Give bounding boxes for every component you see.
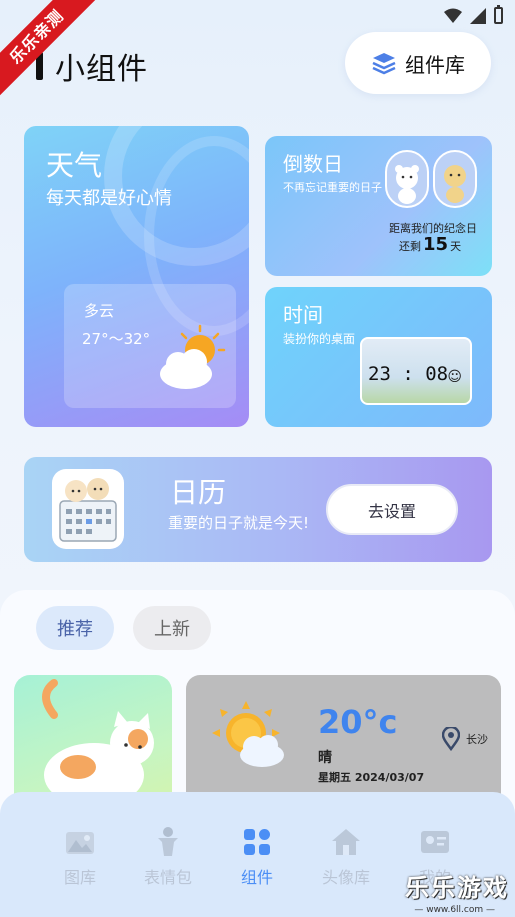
- calendar-widget-card[interactable]: 日历 重要的日子就是今天! 去设置: [24, 457, 492, 562]
- sun-cloud-icon: [212, 701, 284, 767]
- time-title: 时间: [283, 303, 323, 327]
- weather-subtitle: 每天都是好心情: [46, 188, 172, 209]
- preview-date: 星期五 2024/03/07: [318, 771, 425, 784]
- house-icon: [332, 829, 360, 855]
- time-subtitle: 装扮你的桌面: [283, 332, 356, 346]
- bear-avatar: [385, 150, 429, 208]
- countdown-widget-card[interactable]: 倒数日 不再忘记重要的日子 距离我们的纪念日 还剩 15 天: [265, 136, 492, 276]
- tab-label: 表情包: [143, 868, 192, 887]
- layers-icon: [372, 53, 396, 75]
- weather-condition: 多云: [84, 302, 115, 320]
- tab-widgets[interactable]: 组件: [217, 826, 297, 888]
- preview-temperature: 20°c: [318, 703, 398, 741]
- tab-stickers[interactable]: 表情包: [128, 826, 208, 888]
- watermark-url: — www.6ll.com —: [414, 905, 495, 915]
- calendar-icon: [54, 471, 122, 547]
- weather-widget-card[interactable]: 天气 每天都是好心情 多云 27°～32°: [24, 126, 249, 427]
- widget-library-label: 组件库: [405, 52, 465, 77]
- weather-inner-panel: 多云 27°～32°: [64, 284, 236, 408]
- calendar-title: 日历: [170, 476, 227, 509]
- time-widget-card[interactable]: 时间 装扮你的桌面 23 : 08 ☺: [265, 287, 492, 427]
- tab-gallery[interactable]: 图库: [40, 826, 120, 888]
- page-header: 小组件: [36, 44, 148, 88]
- countdown-prefix: 还剩: [399, 240, 421, 253]
- countdown-title: 倒数日: [283, 152, 343, 176]
- battery-icon: [494, 5, 503, 24]
- countdown-remaining: 还剩 15 天: [399, 234, 461, 255]
- tab-label: 组件: [240, 868, 273, 887]
- sun-cloud-icon: [160, 324, 226, 389]
- smiley-icon: ☺: [447, 369, 462, 385]
- watermark-brand: 乐乐游戏: [405, 874, 509, 902]
- mountain-image-icon: [66, 832, 94, 854]
- page-title: 小组件: [55, 52, 148, 87]
- profile-card-icon: [421, 831, 449, 853]
- preview-location: 长沙: [442, 727, 488, 751]
- calendar-subtitle: 重要的日子就是今天!: [168, 514, 310, 532]
- tab-label: 图库: [63, 868, 96, 887]
- clock-time: 23 : 08: [368, 363, 449, 385]
- wifi-icon: [444, 8, 462, 23]
- person-icon: [158, 827, 178, 856]
- go-settings-button[interactable]: 去设置: [326, 484, 458, 535]
- clock-preview: 23 : 08 ☺: [360, 337, 472, 405]
- preview-condition: 晴: [318, 750, 332, 766]
- countdown-subtitle: 不再忘记重要的日子: [283, 181, 382, 194]
- tab-avatars[interactable]: 头像库: [306, 826, 386, 888]
- countdown-days: 15: [423, 234, 449, 255]
- couple-avatars: [385, 150, 477, 208]
- widget-grid-icon: [244, 829, 270, 855]
- weather-title: 天气: [46, 149, 103, 182]
- widget-library-button[interactable]: 组件库: [345, 32, 491, 94]
- location-pin-icon: [442, 727, 460, 751]
- countdown-suffix: 天: [450, 240, 462, 253]
- watermark-logo: 乐乐游戏 — www.6ll.com —: [395, 865, 513, 917]
- filter-chip-recommended[interactable]: 推荐: [36, 606, 114, 650]
- dog-avatar: [433, 150, 477, 208]
- weather-temperature: 27°～32°: [82, 330, 151, 348]
- signal-icon: [470, 7, 486, 24]
- tab-label: 头像库: [321, 868, 370, 887]
- filter-chip-new[interactable]: 上新: [133, 606, 211, 650]
- preview-city: 长沙: [466, 733, 488, 746]
